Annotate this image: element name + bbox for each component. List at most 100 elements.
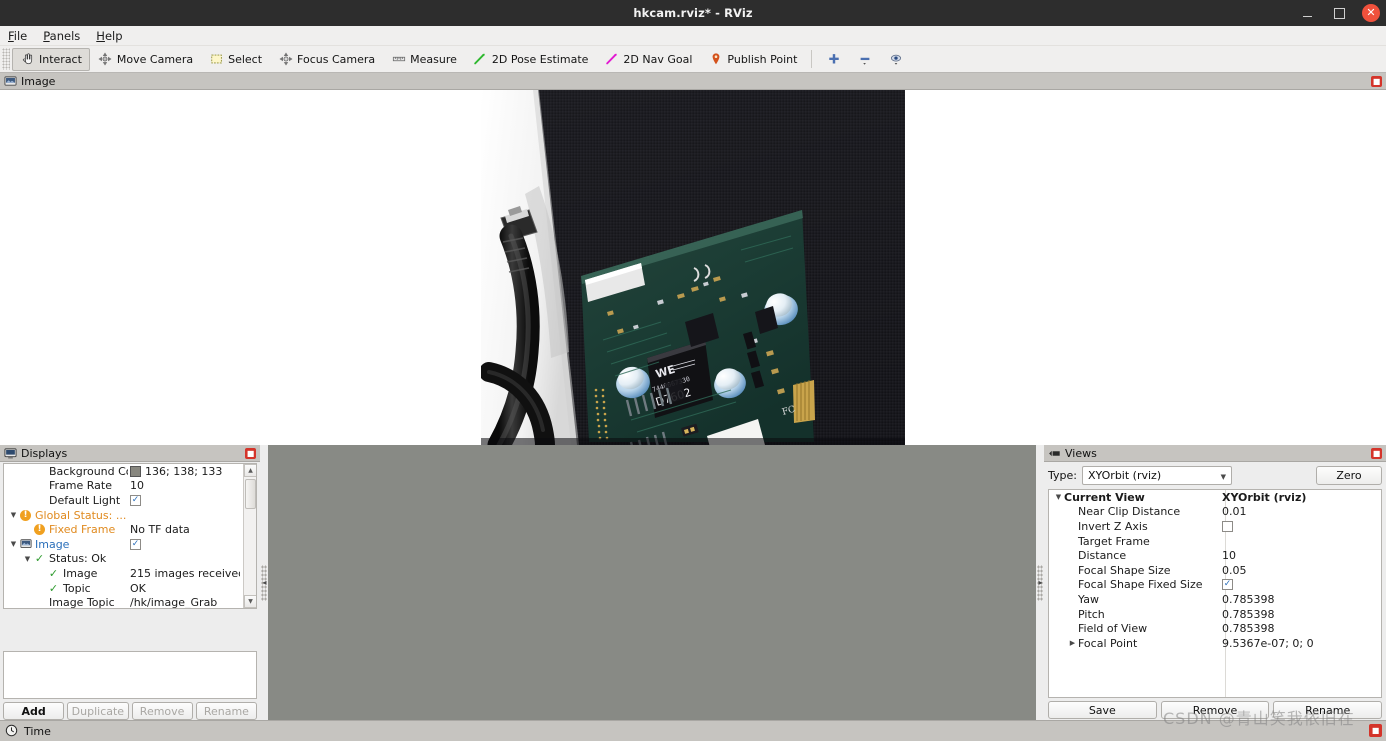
scrollbar-thumb[interactable] <box>245 479 256 509</box>
tool-properties-icon <box>888 52 903 67</box>
duplicate-display-button[interactable]: Duplicate <box>67 702 129 720</box>
displays-tree-row[interactable]: ✓ Topic OK <box>4 581 240 596</box>
tree-row-value[interactable] <box>1221 520 1381 532</box>
views-panel-header[interactable]: Views ■ <box>1044 445 1386 462</box>
tool-select-label: Select <box>228 52 263 66</box>
menu-help[interactable]: Help <box>88 27 130 45</box>
tree-row-value[interactable]: 0.785398 <box>1221 622 1381 635</box>
maximize-button[interactable] <box>1330 4 1348 22</box>
views-tree-row[interactable]: Distance 10 <box>1049 548 1381 563</box>
tree-row-value[interactable]: 10 <box>1221 549 1381 562</box>
tree-twisty[interactable]: ▶ <box>1067 639 1078 647</box>
tree-row-value[interactable]: XYOrbit (rviz) <box>1221 491 1381 504</box>
rename-view-button[interactable]: Rename <box>1273 701 1383 719</box>
scroll-up-icon[interactable]: ▲ <box>244 464 256 477</box>
splitter-left-arrow-icon[interactable]: ◂ <box>261 578 268 587</box>
menu-panels[interactable]: Panels <box>35 27 88 45</box>
views-tree-row[interactable]: ▶ Focal Point 9.5367e-07; 0; 0 <box>1049 636 1381 651</box>
splitter-right-arrow-icon[interactable]: ▸ <box>1037 578 1044 587</box>
tree-row-value[interactable]: 9.5367e-07; 0; 0 <box>1221 637 1381 650</box>
image-panel-header[interactable]: Image ■ <box>0 73 1386 90</box>
color-swatch[interactable] <box>130 465 141 477</box>
tree-row-value[interactable]: OK <box>128 582 240 595</box>
tree-row-value[interactable]: 10 <box>128 479 240 492</box>
remove-tool-button[interactable] <box>849 48 880 71</box>
displays-tree-row[interactable]: Frame Rate 10 <box>4 479 240 494</box>
displays-tree-row[interactable]: ✓ Image 215 images received <box>4 566 240 581</box>
tool-publish-point-button[interactable]: Publish Point <box>700 48 805 71</box>
tool-2d-pose-estimate-button[interactable]: 2D Pose Estimate <box>465 48 597 71</box>
scroll-down-icon[interactable]: ▼ <box>244 595 256 608</box>
displays-tree-row[interactable]: Default Light ✓ <box>4 493 240 508</box>
displays-scrollbar[interactable]: ▲ ▼ <box>243 464 256 608</box>
tree-row-value[interactable]: /hk/image_Grab <box>128 596 240 608</box>
time-panel-close-button[interactable]: ■ <box>1369 724 1382 737</box>
views-tree-row[interactable]: Field of View 0.785398 <box>1049 621 1381 636</box>
image-render-area[interactable]: WE 7440667330 D7602 <box>0 90 1386 445</box>
image-panel-close-button[interactable]: ■ <box>1370 75 1383 88</box>
tree-twisty[interactable]: ▼ <box>8 511 19 519</box>
tree-row-value[interactable]: No TF data <box>128 523 240 536</box>
3d-render-view[interactable] <box>268 445 1040 720</box>
tree-row-value[interactable]: 136; 138; 133 <box>128 465 240 478</box>
displays-tree-row[interactable]: ▼ ✓ Status: Ok <box>4 552 240 567</box>
tool-properties-button[interactable] <box>880 48 911 71</box>
tree-row-value[interactable]: 0.01 <box>1221 505 1381 518</box>
tool-2d-nav-goal-button[interactable]: 2D Nav Goal <box>596 48 700 71</box>
displays-panel-close-button[interactable]: ■ <box>244 447 257 460</box>
tree-row-value[interactable]: 0.785398 <box>1221 593 1381 606</box>
tool-measure-button[interactable]: Measure <box>383 48 465 71</box>
views-tree-row[interactable]: Focal Shape Fixed Size ✓ <box>1049 578 1381 593</box>
views-tree[interactable]: ▼ Current View XYOrbit (rviz) Near Clip Dis… <box>1048 489 1382 698</box>
views-tree-row[interactable]: Yaw 0.785398 <box>1049 592 1381 607</box>
tree-row-value[interactable]: ✓ <box>128 494 240 506</box>
displays-tree[interactable]: Background Color 136; 138; 133 Frame Rate 1… <box>3 463 257 609</box>
tree-row-value[interactable]: ✓ <box>128 538 240 550</box>
remove-view-button[interactable]: Remove <box>1160 701 1270 719</box>
time-panel-header[interactable]: Time <box>0 720 1386 741</box>
add-display-button[interactable]: Add <box>3 702 65 720</box>
tool-move-camera-button[interactable]: Move Camera <box>90 48 201 71</box>
views-tree-row[interactable]: Pitch 0.785398 <box>1049 607 1381 622</box>
tool-2d-nav-goal-label: 2D Nav Goal <box>623 52 693 66</box>
views-tree-row[interactable]: ▼ Current View XYOrbit (rviz) <box>1049 490 1381 505</box>
tool-select-button[interactable]: Select <box>201 48 270 71</box>
views-tree-row[interactable]: Focal Shape Size 0.05 <box>1049 563 1381 578</box>
displays-tree-row[interactable]: Background Color 136; 138; 133 <box>4 464 240 479</box>
add-tool-button[interactable] <box>818 48 849 71</box>
nav-goal-arrow-icon <box>604 52 619 67</box>
views-tree-row[interactable]: Invert Z Axis <box>1049 519 1381 534</box>
tree-row-value[interactable]: 0.785398 <box>1221 608 1381 621</box>
view-type-select[interactable]: XYOrbit (rviz) ▼ <box>1081 466 1232 485</box>
toolbar-drag-handle[interactable] <box>2 48 10 70</box>
displays-tree-row[interactable]: ▼ Image ✓ <box>4 537 240 552</box>
views-panel-close-button[interactable]: ■ <box>1370 447 1383 460</box>
splitter-left[interactable]: ◂ <box>260 445 268 720</box>
remove-display-button[interactable]: Remove <box>131 702 193 720</box>
checkbox-checked[interactable]: ✓ <box>130 494 141 506</box>
tree-twisty[interactable]: ▼ <box>1053 493 1064 501</box>
checkbox-unchecked[interactable] <box>1222 520 1233 532</box>
rename-display-button[interactable]: Rename <box>195 702 257 720</box>
tool-interact-button[interactable]: Interact <box>12 47 90 71</box>
checkbox-checked[interactable]: ✓ <box>130 538 141 550</box>
close-button[interactable]: ✕ <box>1362 4 1380 22</box>
tree-row-value[interactable]: 215 images received <box>128 567 240 580</box>
tree-row-value[interactable]: 0.05 <box>1221 564 1381 577</box>
minimize-button[interactable] <box>1298 4 1316 22</box>
checkbox-checked[interactable]: ✓ <box>1222 579 1233 591</box>
splitter-right[interactable]: ▸ <box>1036 445 1044 720</box>
tree-twisty[interactable]: ▼ <box>22 555 33 563</box>
save-view-button[interactable]: Save <box>1048 701 1157 719</box>
views-tree-row[interactable]: Target Frame <box>1049 534 1381 549</box>
tool-focus-camera-button[interactable]: Focus Camera <box>270 48 383 71</box>
tree-twisty[interactable]: ▼ <box>8 540 19 548</box>
zero-view-button[interactable]: Zero <box>1316 466 1382 485</box>
displays-tree-row[interactable]: ! Fixed Frame No TF data <box>4 522 240 537</box>
displays-tree-row[interactable]: ▼! Global Status: ... <box>4 508 240 523</box>
tree-row-value[interactable]: ✓ <box>1221 579 1381 591</box>
views-tree-row[interactable]: Near Clip Distance 0.01 <box>1049 505 1381 520</box>
displays-panel-header[interactable]: Displays ■ <box>0 445 260 462</box>
menu-file[interactable]: File <box>0 27 35 45</box>
displays-tree-row[interactable]: Image Topic/hk/image_Grab <box>4 595 240 608</box>
